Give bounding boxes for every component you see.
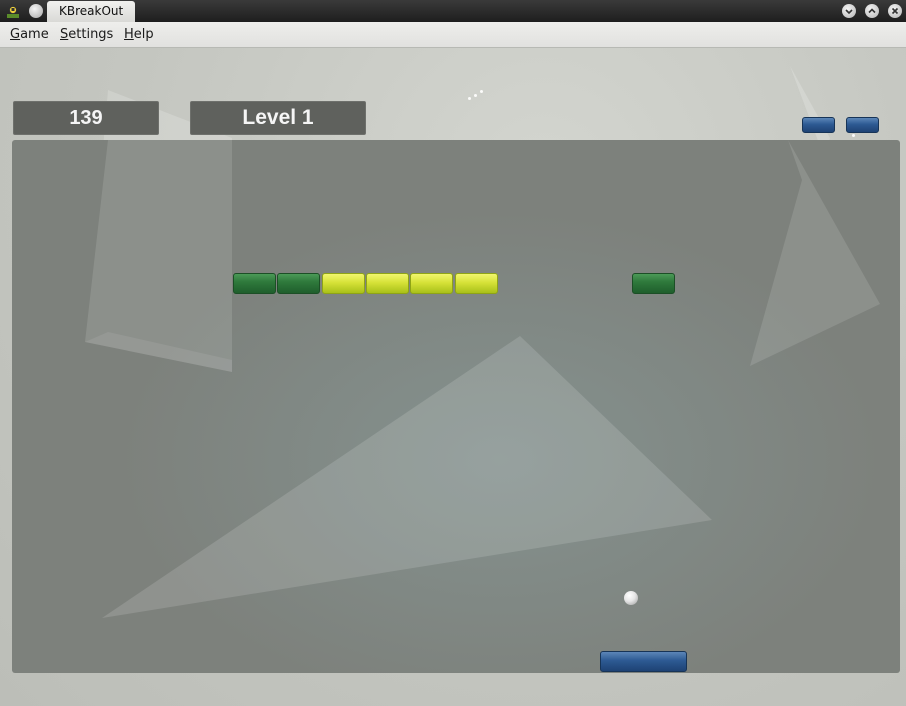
menu-settings-label: ettings (68, 27, 114, 42)
brick (410, 273, 453, 294)
level-display: Level 1 (190, 101, 366, 135)
title-bar[interactable]: KBreakOut (0, 0, 906, 22)
sparkle (474, 94, 477, 97)
menu-help-mnemonic: H (124, 27, 134, 42)
score-display: 139 (13, 101, 159, 135)
life-indicator (802, 117, 835, 133)
life-indicator (846, 117, 879, 133)
brick (632, 273, 675, 294)
window-menu-icon[interactable] (29, 4, 43, 18)
window-title: KBreakOut (47, 1, 136, 22)
brick (366, 273, 409, 294)
menu-help[interactable]: Help (124, 27, 154, 42)
menu-game[interactable]: Game (10, 27, 49, 42)
sparkle (468, 97, 471, 100)
sparkle (480, 90, 483, 93)
menu-game-mnemonic: G (10, 27, 21, 42)
playfield (12, 140, 900, 673)
menu-bar: Game Settings Help (0, 22, 906, 48)
brick (233, 273, 276, 294)
ball (624, 591, 638, 605)
app-icon[interactable] (6, 4, 20, 18)
close-icon[interactable] (888, 4, 902, 18)
menu-settings[interactable]: Settings (60, 27, 113, 42)
playfield-light-beams (85, 140, 880, 618)
maximize-icon[interactable] (865, 4, 879, 18)
menu-game-label: ame (20, 27, 49, 42)
brick (277, 273, 320, 294)
sparkle (852, 134, 855, 137)
paddle[interactable] (600, 651, 687, 672)
brick (322, 273, 365, 294)
menu-help-label: elp (133, 27, 154, 42)
minimize-icon[interactable] (842, 4, 856, 18)
brick (455, 273, 498, 294)
game-canvas[interactable]: 139 Level 1 (0, 48, 906, 706)
